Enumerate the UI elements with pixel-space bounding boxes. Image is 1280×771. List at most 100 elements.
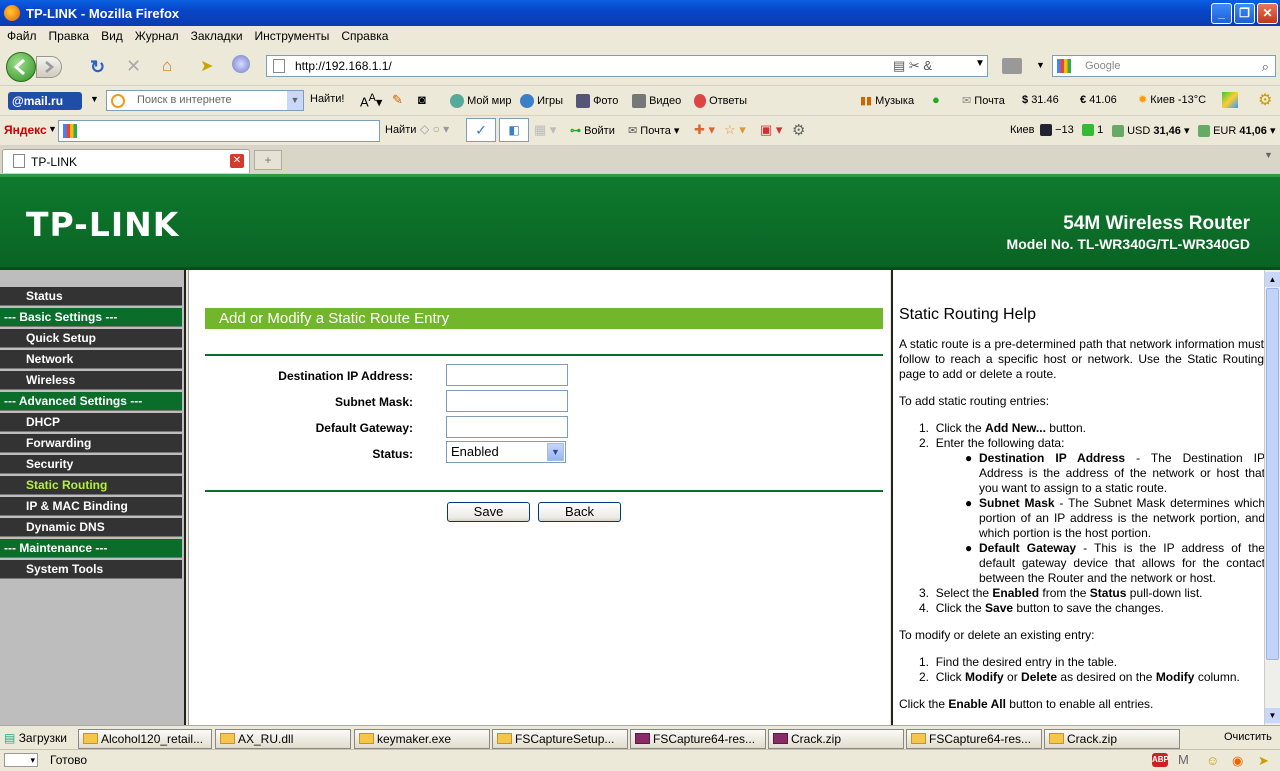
adblock-icon[interactable]: ABP [1152,753,1169,767]
new-tab-button[interactable]: + [254,150,282,170]
firefox-status-icon[interactable]: ◉ [1232,751,1243,771]
yandex-mail[interactable]: ✉ Почта ▾ [628,124,679,137]
yandex-logo[interactable]: Яндекс [4,123,47,137]
gmail-icon[interactable]: M [1178,750,1189,770]
smiley-icon[interactable]: ☺ [1206,751,1219,771]
chevron-down-icon[interactable]: ▼ [547,443,564,461]
yandex-dropdown-icon[interactable]: ▼ [48,124,57,134]
mailru-find-button[interactable]: Найти! [310,93,344,105]
url-dropdown-icon[interactable]: ▼ [975,58,985,69]
mailru-video[interactable]: Видео [632,94,681,108]
menu-edit[interactable]: Правка [49,29,90,43]
save-button[interactable]: Save [447,502,530,522]
downloads-label[interactable]: ▤ Загрузки [4,731,67,745]
tab-close-icon[interactable]: ✕ [230,154,244,168]
sidebar-item-wireless[interactable]: Wireless [0,371,182,390]
cursor-icon[interactable]: ➤ [1258,751,1269,771]
mailru-widget-icon[interactable] [1222,92,1238,108]
downloads-clear-button[interactable]: Очистить [1224,731,1272,743]
status-menu-icon[interactable]: ▾ [4,753,38,767]
url-bar[interactable]: http://192.168.1.1/ ▤ ✂ & ▼ [266,55,988,77]
sidebar-item-quick-setup[interactable]: Quick Setup [0,329,182,348]
menu-view[interactable]: Вид [101,29,123,43]
scroll-up-icon[interactable]: ▲ [1265,272,1280,287]
help-scrollbar[interactable]: ▲ ▼ [1264,270,1280,725]
menu-file[interactable]: Файл [7,29,37,43]
mailru-search-input[interactable]: Поиск в интернете ▼ [106,90,304,111]
download-item[interactable]: Crack.zip [1044,729,1180,749]
addon-icon[interactable] [232,55,250,73]
yandex-traffic[interactable]: 1 [1082,124,1103,137]
sidebar-item-forwarding[interactable]: Forwarding [0,434,182,453]
download-item[interactable]: FSCaptureSetup... [492,729,628,749]
download-item[interactable]: AX_RU.dll [215,729,351,749]
zoom-icon[interactable]: ◙ [418,92,426,107]
mailru-music[interactable]: ▮▮ Музыка [860,94,914,107]
menu-help[interactable]: Справка [341,29,388,43]
translate-icon[interactable]: ◧ [499,118,529,142]
sidebar-item-ip-mac-binding[interactable]: IP & MAC Binding [0,497,182,516]
rss-icon[interactable]: ▤ ✂ & [893,58,932,74]
mailru-mail[interactable]: ✉ Почта [962,94,1005,107]
scroll-thumb[interactable] [1266,288,1279,660]
camera-dropdown-icon[interactable]: ▼ [1036,60,1045,70]
forward-button[interactable] [36,56,62,78]
sidebar-item-status[interactable]: Status [0,287,182,306]
sidebar-item-network[interactable]: Network [0,350,182,369]
back-button[interactable] [6,52,36,82]
download-item[interactable]: FSCapture64-res... [906,729,1042,749]
yandex-tools-icon[interactable]: ◇ ○ ▾ [420,122,449,136]
pointer-icon[interactable]: ➤ [200,56,213,76]
download-item[interactable]: Alcohol120_retail... [78,729,212,749]
status-select[interactable]: Enabled ▼ [446,441,566,463]
search-input[interactable]: Google ⌕ [1052,55,1276,77]
mailru-games[interactable]: Игры [520,94,563,108]
sidebar-item-static-routing[interactable]: Static Routing [0,476,182,495]
menu-bookmarks[interactable]: Закладки [191,29,243,43]
yandex-find-button[interactable]: Найти [385,124,416,136]
yandex-settings-icon[interactable]: ⚙ [792,121,805,139]
stop-icon[interactable]: ✕ [126,56,141,77]
home-icon[interactable]: ⌂ [162,56,172,76]
mailru-search-dropdown[interactable]: ▼ [287,91,303,110]
tab-tplink[interactable]: TP-LINK ✕ [2,149,250,173]
yandex-login[interactable]: ⊶ Войти [570,124,615,137]
mailru-photo[interactable]: Фото [576,94,618,108]
sidebar-section-basic[interactable]: --- Basic Settings --- [0,308,182,327]
font-size-icon[interactable]: AA▾ [360,92,382,110]
mailru-usd[interactable]: $ 31.46 [1022,94,1059,106]
subnet-mask-input[interactable] [446,390,568,412]
mailru-dropdown-icon[interactable]: ▼ [90,94,99,104]
yandex-weather[interactable]: −13 [1040,124,1074,137]
sidebar-section-maintenance[interactable]: --- Maintenance --- [0,539,182,558]
back-button-form[interactable]: Back [538,502,621,522]
yandex-money-icon[interactable]: ✚ ▾ [694,122,715,138]
mailru-weather[interactable]: ✹ Киев -13°C [1138,93,1206,106]
highlight-icon[interactable]: ✎ [392,92,403,108]
tab-list-icon[interactable]: ▼ [1264,150,1273,160]
minimize-button[interactable]: _ [1211,3,1232,24]
yandex-search-input[interactable] [58,120,380,142]
reload-icon[interactable]: ↻ [90,57,105,78]
yandex-usd[interactable]: USD 31,46 ▾ [1112,124,1189,138]
yandex-city[interactable]: Киев [1010,124,1035,136]
sidebar-section-advanced[interactable]: --- Advanced Settings --- [0,392,182,411]
maximize-button[interactable]: ❐ [1234,3,1255,24]
yandex-apps-icon[interactable]: ▣ ▾ [760,122,782,138]
agent-icon[interactable]: ● [932,92,940,107]
menu-tools[interactable]: Инструменты [255,29,330,43]
yandex-favorites-icon[interactable]: ☆ ▾ [724,122,746,138]
mailru-logo[interactable]: @mail.ru [8,92,82,110]
yandex-eur[interactable]: EUR 41,06 ▾ [1198,124,1275,138]
close-window-button[interactable]: ✕ [1257,3,1278,24]
yandex-bookmarks-icon[interactable]: ▦ ▾ [534,122,556,138]
sidebar-item-security[interactable]: Security [0,455,182,474]
sidebar-item-dhcp[interactable]: DHCP [0,413,182,432]
download-item[interactable]: keymaker.exe [354,729,490,749]
download-item[interactable]: Crack.zip [768,729,904,749]
download-item[interactable]: FSCapture64-res... [630,729,766,749]
spellcheck-icon[interactable]: ✓ [466,118,496,142]
default-gateway-input[interactable] [446,416,568,438]
dest-ip-input[interactable] [446,364,568,386]
sidebar-item-dynamic-dns[interactable]: Dynamic DNS [0,518,182,537]
